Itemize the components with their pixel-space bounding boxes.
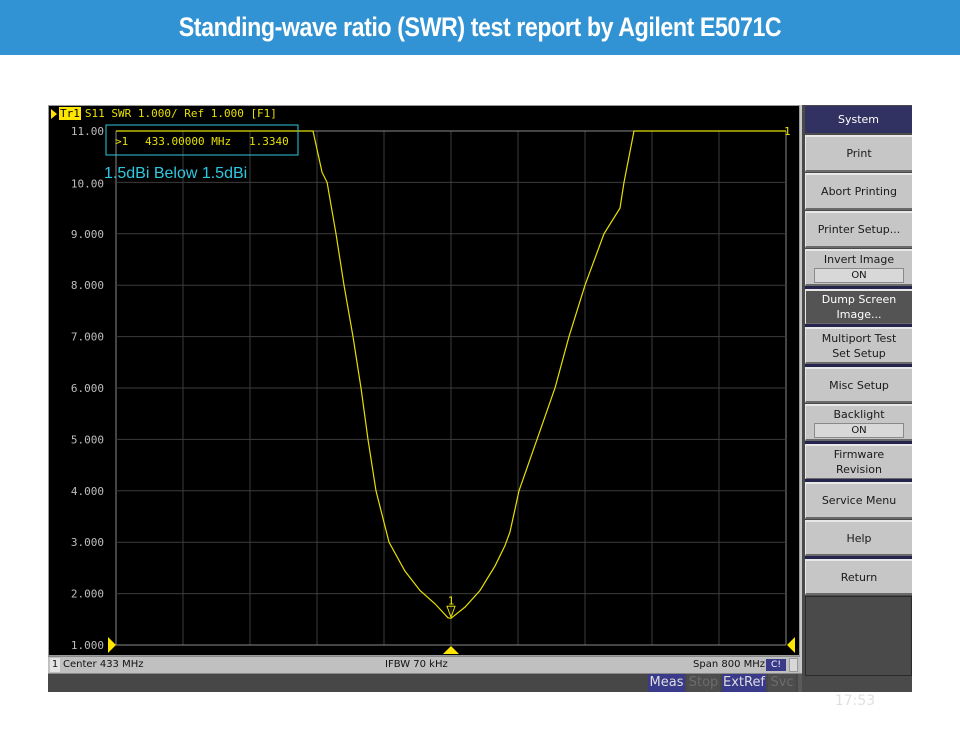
softkey-label: Service Menu	[821, 494, 897, 507]
softkey-label: Print	[846, 147, 872, 160]
softkey-dump-screen-image[interactable]: Dump Screen Image...	[805, 289, 912, 325]
softkey-label: Invert Image	[823, 253, 895, 266]
trace-end-label: 1	[784, 125, 791, 138]
report-banner: Standing-wave ratio (SWR) test report by…	[0, 0, 960, 55]
ref-level-left-arrow	[108, 637, 116, 653]
softkey-label: Misc Setup	[829, 378, 889, 392]
y-tick-label: 6.000	[71, 382, 104, 395]
status-extref: ExtRef	[722, 674, 766, 692]
instrument-status-bar: Meas Stop ExtRef Svc 2016-09-19 17:53	[48, 673, 912, 709]
calibration-status: C!	[766, 659, 786, 671]
softkey-empty-area	[805, 596, 912, 676]
softkey-backlight[interactable]: Backlight ON	[805, 404, 912, 441]
ref-level-right-arrow	[787, 637, 795, 653]
grid	[115, 130, 787, 646]
softkey-label: Help	[846, 531, 872, 545]
softkey-panel: System Print Abort Printing Printer Setu…	[802, 105, 912, 692]
softkey-service-menu[interactable]: Service Menu	[805, 482, 912, 519]
y-tick-label: 9.000	[71, 228, 104, 241]
y-tick-label: 1.000	[71, 639, 104, 652]
channel-status-bar: 1 Center 433 MHz IFBW 70 kHz Span 800 MH…	[48, 656, 800, 673]
marker-label: 1	[448, 594, 455, 607]
marker-readout-value: 1.3340	[249, 135, 289, 148]
softkey-help[interactable]: Help	[805, 520, 912, 556]
softkey-multiport-test-set-setup[interactable]: Multiport Test Set Setup	[805, 327, 912, 364]
status-meas: Meas	[648, 674, 685, 692]
trace-header[interactable]: Tr1 S11 SWR 1.000/ Ref 1.000 [F1]	[51, 107, 277, 121]
status-stop: Stop	[687, 674, 720, 692]
softkey-label: Printer Setup...	[817, 223, 901, 236]
softkey-abort-printing[interactable]: Abort Printing	[805, 173, 912, 210]
span-frequency[interactable]: Span 800 MHz	[693, 657, 765, 673]
softkey-label: Return	[840, 570, 878, 584]
softkey-printer-setup[interactable]: Printer Setup...	[805, 211, 912, 248]
y-tick-labels: 11.00 10.00 9.000 8.000 7.000 6.000 5.000 4.000…	[71, 125, 104, 652]
marker-readout-frequency: 433.00000 MHz	[145, 135, 231, 148]
y-tick-label: 4.000	[71, 485, 104, 498]
y-tick-label: 3.000	[71, 536, 104, 549]
softkey-label: Multiport Test Set Setup	[821, 331, 897, 360]
channel-number[interactable]: 1	[50, 658, 60, 672]
y-tick-label: 2.000	[71, 588, 104, 601]
y-tick-label: 11.00	[71, 125, 104, 138]
y-tick-label: 8.000	[71, 279, 104, 292]
invert-image-value: ON	[814, 268, 904, 283]
trace-settings: S11 SWR 1.000/ Ref 1.000 [F1]	[84, 107, 277, 120]
softkey-firmware-revision[interactable]: Firmware Revision	[805, 444, 912, 480]
center-freq-arrow	[443, 646, 459, 654]
status-svc: Svc	[768, 674, 796, 692]
marker-readout-label: >1	[115, 135, 128, 148]
softkey-return[interactable]: Return	[805, 559, 912, 595]
softkey-label: Backlight	[833, 408, 885, 421]
ifbw[interactable]: IFBW 70 kHz	[385, 657, 448, 673]
plot-window: 11.00 10.00 9.000 8.000 7.000 6.000 5.000 4.000…	[48, 105, 800, 656]
swr-chart: 11.00 10.00 9.000 8.000 7.000 6.000 5.000 4.000…	[71, 124, 795, 654]
center-frequency[interactable]: Center 433 MHz	[63, 657, 144, 673]
softkey-label: Dump Screen Image...	[821, 293, 897, 321]
active-trace-arrow-icon	[51, 109, 57, 119]
softkey-misc-setup[interactable]: Misc Setup	[805, 367, 912, 403]
report-title: Standing-wave ratio (SWR) test report by…	[178, 12, 782, 42]
y-tick-label: 5.000	[71, 433, 104, 446]
y-tick-label: 7.000	[71, 331, 104, 344]
backlight-value: ON	[814, 423, 904, 438]
analyzer-screen: 11.00 10.00 9.000 8.000 7.000 6.000 5.000 4.000…	[48, 105, 912, 709]
gain-annotation: 1.5dBi Below 1.5dBi	[104, 165, 247, 182]
y-tick-label: 10.00	[71, 177, 104, 190]
trace-id[interactable]: Tr1	[59, 107, 81, 120]
softkey-menu-title: System	[805, 106, 912, 133]
softkey-invert-image[interactable]: Invert Image ON	[805, 249, 912, 286]
softkey-print[interactable]: Print	[805, 135, 912, 172]
softkey-label: Abort Printing	[821, 185, 897, 198]
channel-bar-blank	[789, 658, 798, 672]
softkey-label: Firmware Revision	[833, 448, 885, 476]
